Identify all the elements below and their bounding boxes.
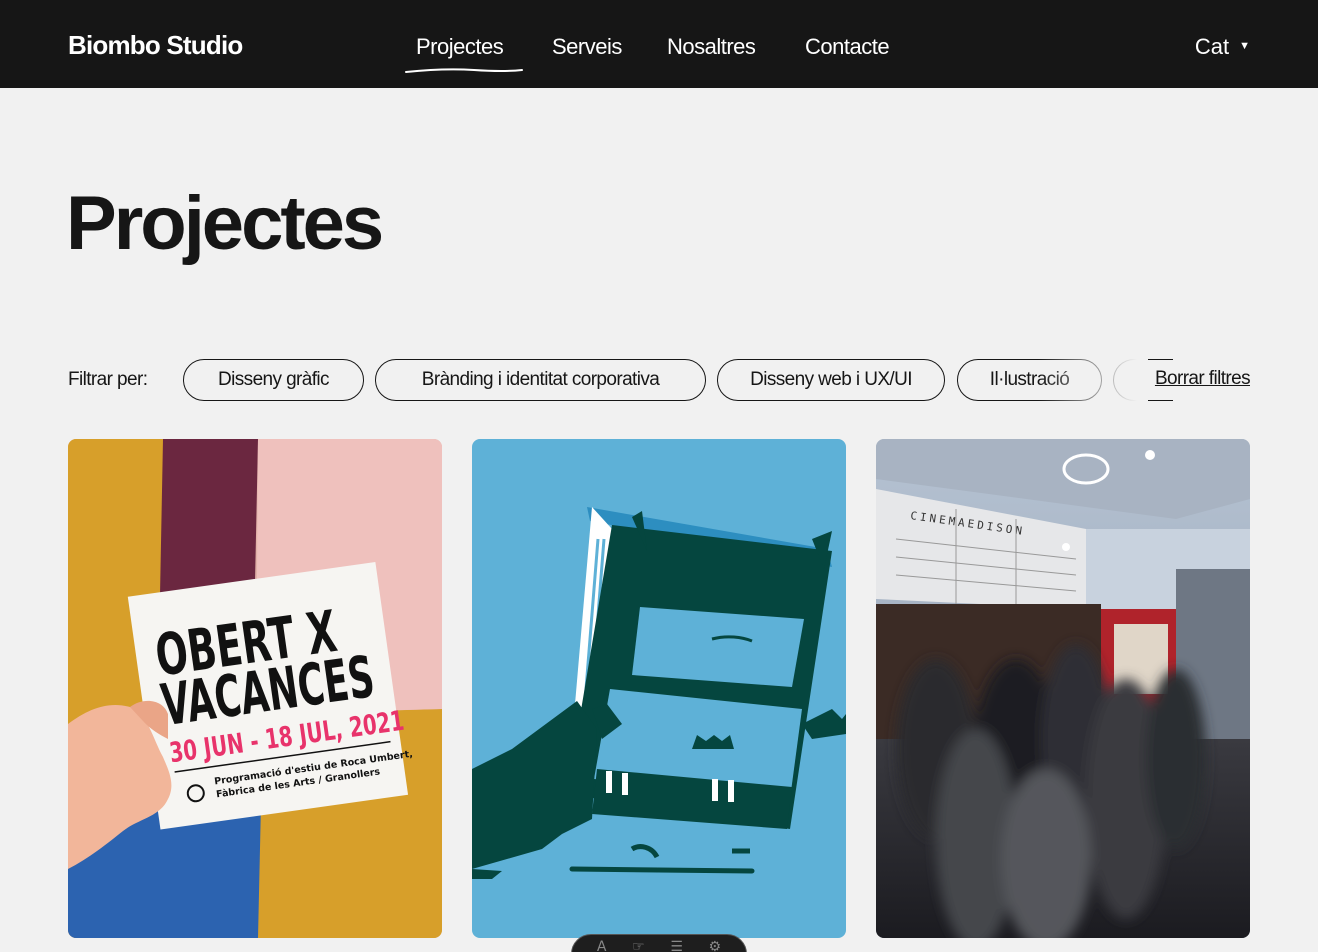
- caret-down-icon: ▼: [1239, 40, 1250, 52]
- floating-toolbar: A ☞ ☰ ⚙: [571, 934, 747, 952]
- page-title: Projectes: [66, 181, 384, 266]
- project-image-cinema-edison: CINEMAEDISON: [876, 439, 1250, 938]
- project-card-illustration[interactable]: [472, 439, 846, 938]
- nav-item-projectes[interactable]: Projectes: [416, 34, 504, 60]
- filter-bar: Filtrar per: Disseny gràfic Brànding i i…: [68, 359, 1251, 401]
- active-nav-underline: [405, 68, 523, 73]
- language-label: Cat: [1194, 34, 1230, 59]
- clear-filters-link[interactable]: Borrar filtres: [1138, 368, 1251, 390]
- filter-chip-disseny-web[interactable]: Disseny web i UX/UI: [717, 359, 945, 401]
- filter-chip-disseny-grafic[interactable]: Disseny gràfic: [183, 359, 364, 401]
- nav-item-nosaltres[interactable]: Nosaltres: [667, 34, 756, 60]
- filter-chip-illustracio[interactable]: Il·lustració: [957, 359, 1102, 401]
- site-header: Biombo Studio Projectes Serveis Nosaltre…: [0, 0, 1318, 88]
- project-image-illustration: [472, 439, 846, 938]
- nav-item-contacte[interactable]: Contacte: [805, 34, 890, 60]
- filter-label: Filtrar per:: [68, 369, 148, 390]
- language-selector[interactable]: Cat ▼: [1195, 34, 1250, 60]
- project-card-cinema-edison[interactable]: CINEMAEDISON: [876, 439, 1250, 938]
- gear-icon[interactable]: ⚙: [709, 939, 722, 952]
- project-image-obert-x-vacances: OBERT X VACANCES 30 JUN - 18 JUL, 2021 P…: [68, 439, 442, 938]
- filter-chip-branding[interactable]: Brànding i identitat corporativa: [375, 359, 706, 401]
- main-nav: Projectes Serveis Nosaltres Contacte: [0, 34, 1318, 64]
- nav-item-serveis[interactable]: Serveis: [552, 34, 622, 60]
- cursor-icon[interactable]: ☞: [632, 939, 645, 952]
- text-icon[interactable]: A: [597, 939, 607, 952]
- project-card-obert-x-vacances[interactable]: OBERT X VACANCES 30 JUN - 18 JUL, 2021 P…: [68, 439, 442, 938]
- menu-icon[interactable]: ☰: [670, 939, 683, 952]
